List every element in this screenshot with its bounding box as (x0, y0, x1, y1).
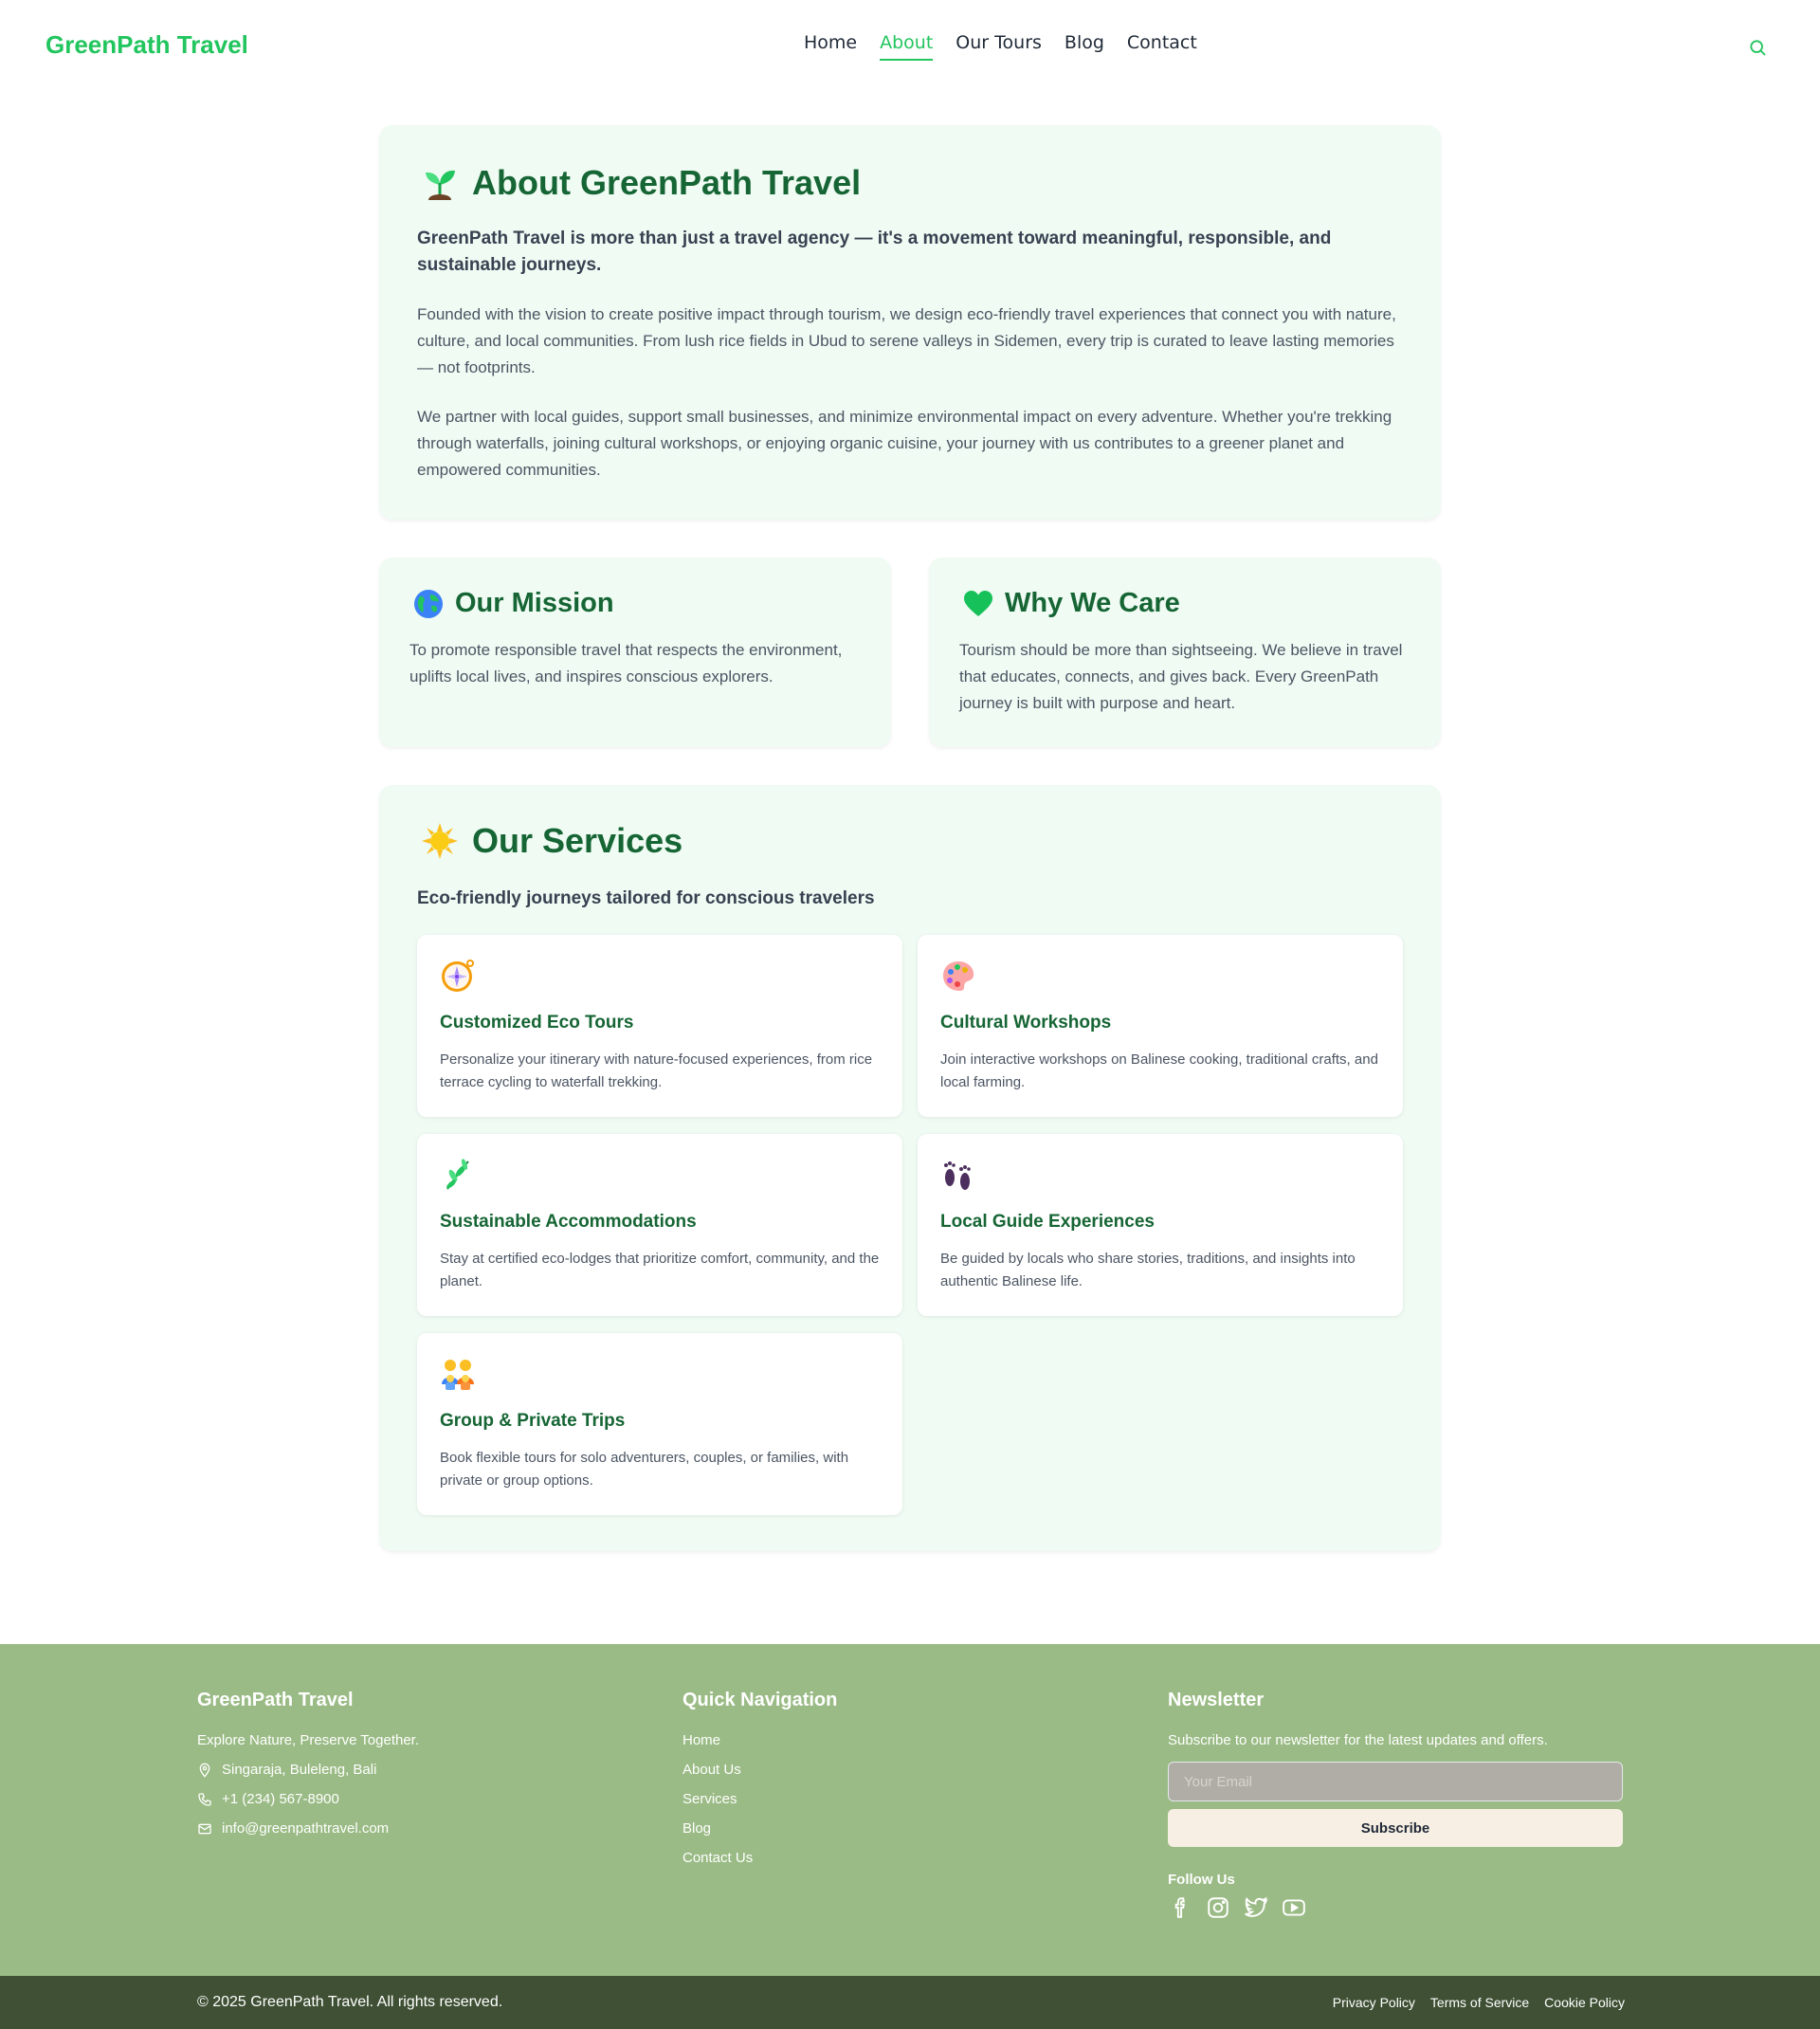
footer-phone[interactable]: +1 (234) 567-8900 (197, 1791, 419, 1807)
footer-brand: GreenPath Travel Explore Nature, Preserv… (197, 1690, 419, 1850)
service-card[interactable]: Cultural Workshops Join interactive work… (918, 935, 1403, 1117)
footer-link-blog[interactable]: Blog (682, 1820, 837, 1837)
services-title: Our Services (472, 821, 683, 860)
palette-icon (943, 961, 974, 991)
address-text: Singaraja, Buleleng, Bali (222, 1762, 377, 1778)
service-title: Customized Eco Tours (440, 1013, 634, 1033)
family-icon (442, 1360, 474, 1390)
service-card[interactable]: Sustainable Accommodations Stay at certi… (417, 1134, 902, 1316)
map-pin-icon (199, 1763, 210, 1778)
footer-email[interactable]: info@greenpathtravel.com (197, 1820, 419, 1837)
footer-bottom-bar: © 2025 GreenPath Travel. All rights rese… (0, 1976, 1820, 2029)
newsletter-email-input[interactable] (1168, 1762, 1623, 1801)
about-paragraph-2: We partner with local guides, support sm… (417, 408, 1392, 479)
service-description: Personalize your itinerary with nature-f… (440, 1051, 873, 1090)
footer-link-home[interactable]: Home (682, 1732, 837, 1748)
site-logo[interactable]: GreenPath Travel (46, 30, 248, 60)
newsletter-title: Newsletter (1168, 1690, 1265, 1710)
footer-tagline: Explore Nature, Preserve Together. (197, 1732, 420, 1748)
search-icon[interactable] (1748, 38, 1767, 57)
nav-contact[interactable]: Contact (1127, 32, 1197, 61)
copyright: © 2025 GreenPath Travel. All rights rese… (197, 1994, 503, 2010)
footer-newsletter: Newsletter Subscribe to our newsletter f… (1168, 1690, 1820, 1920)
mission-heading: Our Mission (413, 588, 614, 619)
youtube-icon[interactable] (1282, 1895, 1306, 1920)
service-description: Book flexible tours for solo adventurers… (440, 1450, 849, 1489)
globe-icon (414, 589, 443, 618)
newsletter-text: Subscribe to our newsletter for the late… (1168, 1732, 1548, 1748)
mission-title: Our Mission (455, 588, 614, 618)
service-title: Group & Private Trips (440, 1411, 626, 1431)
service-description: Be guided by locals who share stories, t… (940, 1251, 1356, 1289)
compass-icon (442, 960, 474, 992)
seedling-icon (426, 170, 455, 200)
services-heading: Our Services (421, 821, 682, 861)
care-title: Why We Care (1005, 588, 1180, 618)
service-card[interactable]: Customized Eco Tours Personalize your it… (417, 935, 902, 1117)
nav-blog[interactable]: Blog (1065, 32, 1104, 61)
about-card: About GreenPath Travel GreenPath Travel … (379, 125, 1441, 520)
footer-link-about[interactable]: About Us (682, 1762, 837, 1778)
service-title: Sustainable Accommodations (440, 1212, 697, 1232)
footer-brand-title: GreenPath Travel (197, 1690, 354, 1710)
legal-links: Privacy Policy Terms of Service Cookie P… (1333, 1995, 1625, 2010)
email-text: info@greenpathtravel.com (222, 1820, 390, 1837)
about-paragraph-1: Founded with the vision to create positi… (417, 305, 1396, 376)
why-we-care-card: Why We Care Tourism should be more than … (929, 558, 1441, 747)
footer-address: Singaraja, Buleleng, Bali (197, 1762, 419, 1778)
footprints-icon (944, 1161, 971, 1190)
about-title: About GreenPath Travel (472, 163, 862, 202)
facebook-icon[interactable] (1168, 1895, 1192, 1920)
subscribe-button[interactable]: Subscribe (1168, 1809, 1623, 1847)
main-nav: Home About Our Tours Blog Contact (804, 32, 1197, 61)
service-description: Stay at certified eco-lodges that priori… (440, 1251, 880, 1289)
about-lead: GreenPath Travel is more than just a tra… (417, 228, 1332, 275)
follow-us-label: Follow Us (1168, 1872, 1235, 1888)
site-footer: GreenPath Travel Explore Nature, Preserv… (0, 1644, 1820, 1976)
service-card[interactable]: Group & Private Trips Book flexible tour… (417, 1333, 902, 1515)
social-links (1168, 1895, 1820, 1920)
services-card: Our Services Eco-friendly journeys tailo… (379, 785, 1441, 1551)
privacy-policy-link[interactable]: Privacy Policy (1333, 1995, 1415, 2010)
care-text: Tourism should be more than sightseeing.… (959, 641, 1403, 712)
service-description: Join interactive workshops on Balinese c… (940, 1051, 1378, 1090)
mission-text: To promote responsible travel that respe… (410, 641, 843, 685)
service-card[interactable]: Local Guide Experiences Be guided by loc… (918, 1134, 1403, 1316)
footer-quick-nav: Quick Navigation Home About Us Services … (682, 1690, 837, 1879)
footer-nav-title: Quick Navigation (682, 1690, 838, 1710)
mission-card: Our Mission To promote responsible trave… (379, 558, 891, 747)
herb-icon (446, 1159, 469, 1190)
nav-home[interactable]: Home (804, 32, 857, 61)
nav-our-tours[interactable]: Our Tours (956, 32, 1042, 61)
sun-icon (422, 823, 458, 859)
nav-about[interactable]: About (880, 32, 934, 61)
site-header: GreenPath Travel Home About Our Tours Bl… (0, 0, 1820, 93)
service-title: Local Guide Experiences (940, 1212, 1155, 1232)
cookie-policy-link[interactable]: Cookie Policy (1544, 1995, 1625, 2010)
phone-text: +1 (234) 567-8900 (222, 1791, 339, 1807)
green-heart-icon (964, 590, 992, 616)
mail-icon (198, 1823, 211, 1834)
instagram-icon[interactable] (1206, 1895, 1230, 1920)
care-heading: Why We Care (963, 588, 1180, 619)
about-heading: About GreenPath Travel (421, 163, 861, 203)
footer-link-contact[interactable]: Contact Us (682, 1850, 837, 1866)
services-subtitle: Eco-friendly journeys tailored for consc… (417, 888, 875, 908)
phone-icon (198, 1792, 211, 1806)
terms-of-service-link[interactable]: Terms of Service (1430, 1995, 1529, 2010)
service-title: Cultural Workshops (940, 1013, 1112, 1033)
twitter-icon[interactable] (1244, 1895, 1268, 1920)
footer-link-services[interactable]: Services (682, 1791, 837, 1807)
